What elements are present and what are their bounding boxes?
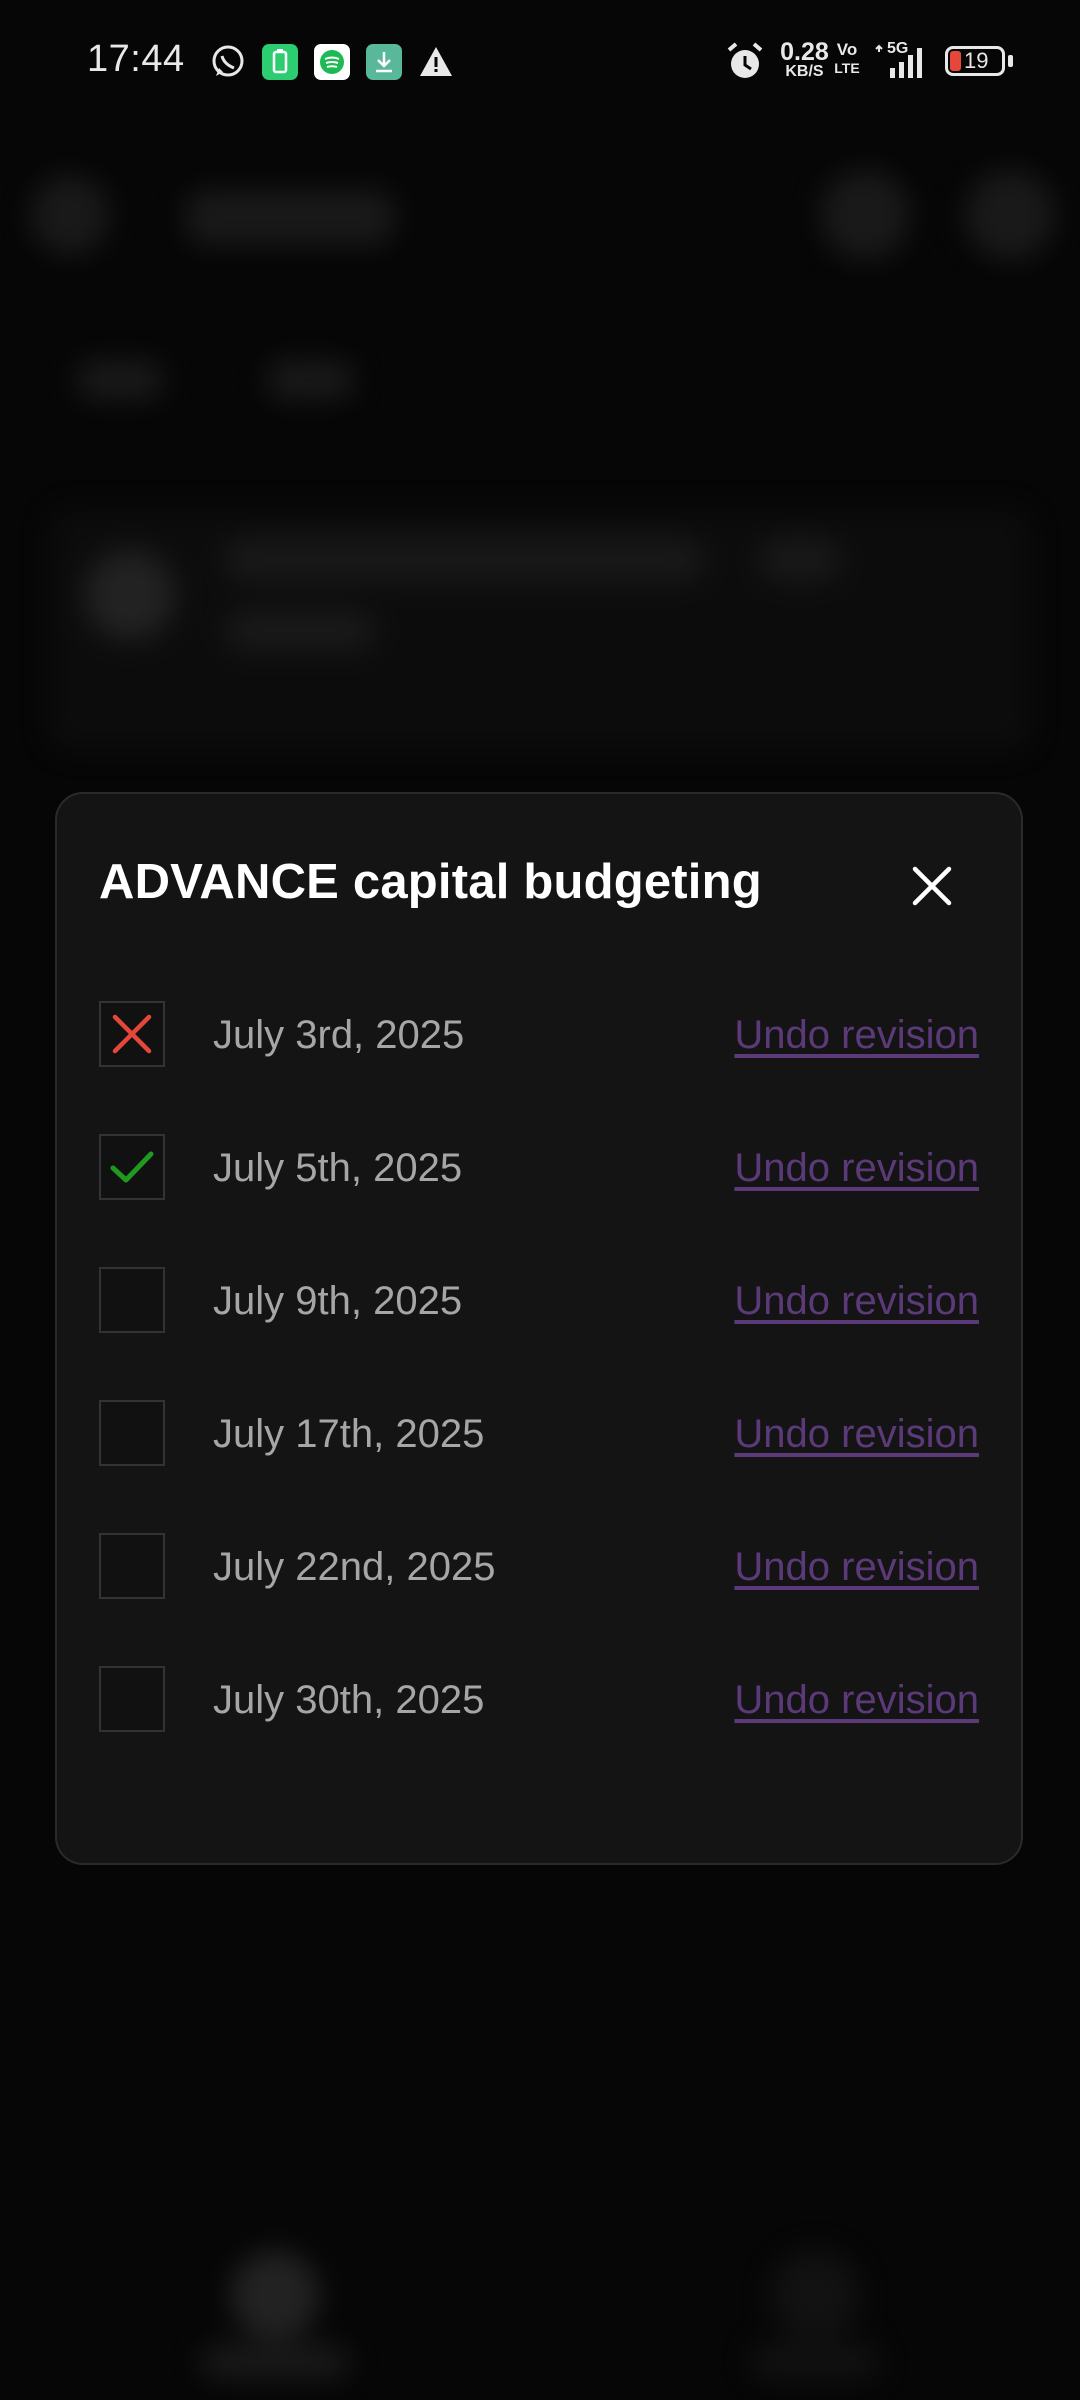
revision-checkbox[interactable]: [99, 1001, 165, 1067]
undo-revision-link[interactable]: Undo revision: [734, 1678, 979, 1723]
background-line: [760, 540, 840, 580]
revision-row: July 5th, 2025 Undo revision: [99, 1122, 979, 1212]
background-nav-label: [200, 2345, 350, 2379]
net-speed: 0.28 KB/S: [772, 40, 837, 84]
cross-mark-icon: [112, 1014, 152, 1054]
revision-checkbox[interactable]: [99, 1666, 165, 1732]
screen: 17:44 0.28 KB/S Vo LTE 5G 19 ADVANCE cap…: [0, 0, 1080, 2400]
background-tab: [75, 360, 165, 400]
undo-revision-link[interactable]: Undo revision: [734, 1146, 979, 1191]
close-button[interactable]: [902, 856, 962, 916]
background-tab: [265, 360, 355, 400]
status-time: 17:44: [87, 38, 185, 80]
background-action-icon: [965, 170, 1055, 260]
background-title: [185, 190, 395, 245]
revision-row: July 22nd, 2025 Undo revision: [99, 1521, 979, 1611]
revision-date: July 5th, 2025: [213, 1146, 463, 1190]
background-nav-icon: [230, 2250, 320, 2340]
background-action-icon: [820, 170, 910, 260]
background-nav-icon: [770, 2250, 860, 2340]
battery-level: 19: [964, 48, 989, 73]
revision-row: July 9th, 2025 Undo revision: [99, 1255, 979, 1345]
dialog-title: ADVANCE capital budgeting: [99, 855, 762, 909]
background-avatar: [85, 550, 175, 640]
signal-icon: 5G: [873, 40, 935, 84]
volte-indicator: Vo LTE: [832, 40, 862, 84]
background-nav-label: [750, 2345, 880, 2379]
status-bar: 17:44 0.28 KB/S Vo LTE 5G 19: [0, 0, 1080, 125]
revision-row: July 3rd, 2025 Undo revision: [99, 989, 979, 1079]
background-menu-icon: [30, 175, 110, 255]
revision-date: July 22nd, 2025: [213, 1545, 496, 1589]
warning-icon: [418, 44, 454, 80]
download-icon: [366, 44, 402, 80]
revision-date: July 9th, 2025: [213, 1279, 463, 1323]
undo-revision-link[interactable]: Undo revision: [734, 1013, 979, 1058]
battery-saver-icon: [262, 44, 298, 80]
volte-bottom: LTE: [834, 60, 860, 76]
net-speed-unit: KB/S: [785, 63, 824, 80]
close-icon: [912, 866, 952, 906]
undo-revision-link[interactable]: Undo revision: [734, 1545, 979, 1590]
undo-revision-link[interactable]: Undo revision: [734, 1279, 979, 1324]
revision-checkbox[interactable]: [99, 1533, 165, 1599]
revision-date: July 30th, 2025: [213, 1678, 485, 1722]
alarm-icon: [725, 40, 765, 84]
revision-checkbox[interactable]: [99, 1134, 165, 1200]
net-speed-value: 0.28: [780, 38, 829, 66]
undo-revision-link[interactable]: Undo revision: [734, 1412, 979, 1457]
volte-top: Vo: [836, 40, 858, 59]
revision-date: July 17th, 2025: [213, 1412, 485, 1456]
battery-icon: 19: [945, 46, 1015, 78]
revision-checkbox[interactable]: [99, 1400, 165, 1466]
background-line: [225, 540, 705, 580]
revision-row: July 17th, 2025 Undo revision: [99, 1388, 979, 1478]
revision-dialog: ADVANCE capital budgeting July 3rd, 2025…: [55, 792, 1023, 1865]
spotify-icon: [314, 44, 350, 80]
revision-checkbox[interactable]: [99, 1267, 165, 1333]
revision-date: July 3rd, 2025: [213, 1013, 465, 1057]
revision-row: July 30th, 2025 Undo revision: [99, 1654, 979, 1744]
background-line: [225, 610, 375, 650]
whatsapp-icon: [210, 44, 246, 80]
checkmark-icon: [110, 1151, 154, 1183]
